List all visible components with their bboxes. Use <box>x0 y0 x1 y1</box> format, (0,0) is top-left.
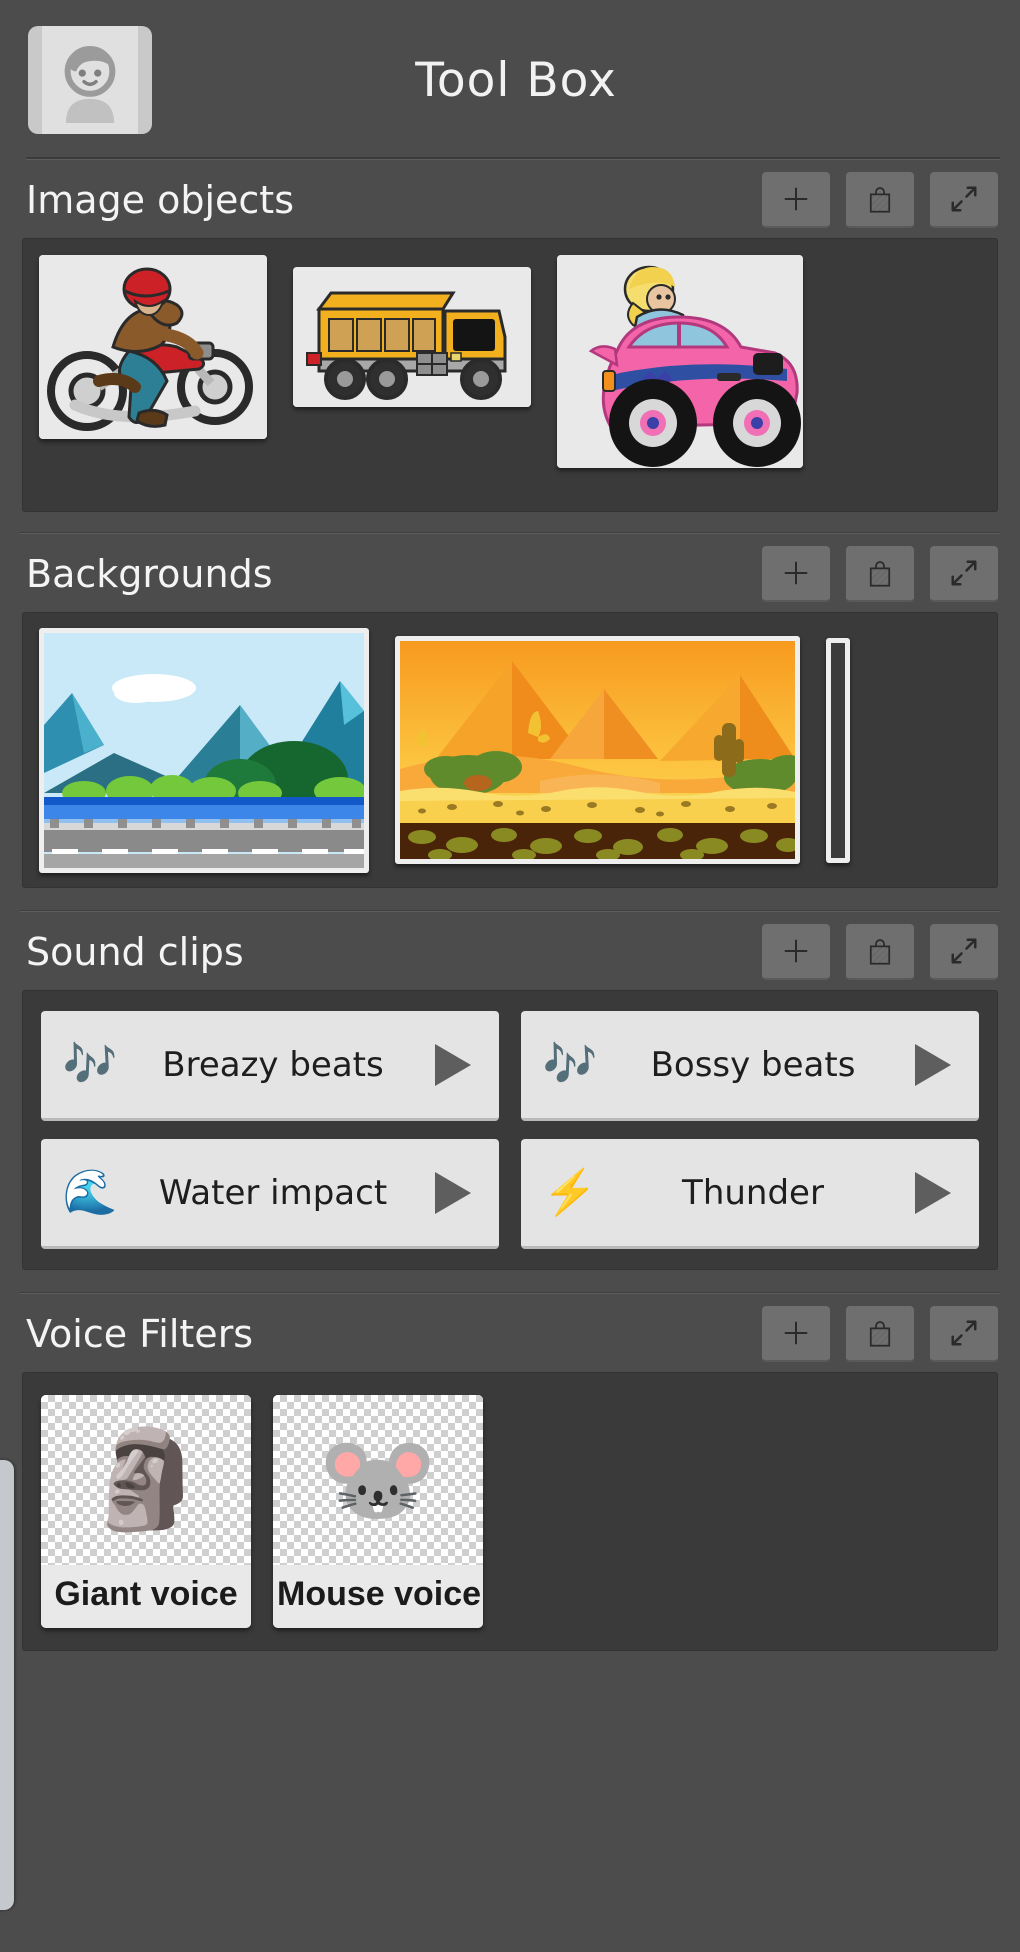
lightning-bolt-icon: ⚡ <box>542 1167 598 1217</box>
sound-clips-tray: 🎶 Breazy beats 🎶 Bossy beats 🌊 Water imp… <box>22 990 998 1270</box>
expand-sound-clips-button[interactable] <box>930 924 998 980</box>
section-voice-filters: Voice Filters 🗿 Giant voice 🐭 Mouse voic… <box>0 1294 1020 1651</box>
section-actions <box>762 172 998 228</box>
shopping-bag-icon <box>869 939 891 965</box>
music-notes-icon: 🎶 <box>62 1039 118 1089</box>
sound-clip-breazy-beats[interactable]: 🎶 Breazy beats <box>41 1011 499 1121</box>
sound-clip-bossy-beats[interactable]: 🎶 Bossy beats <box>521 1011 979 1121</box>
water-wave-icon: 🌊 <box>62 1167 118 1217</box>
play-button[interactable] <box>901 1041 965 1089</box>
section-header: Sound clips <box>0 912 1020 990</box>
play-triangle-icon <box>435 1171 471 1214</box>
expand-arrows-icon <box>951 560 977 586</box>
moai-statue-icon: 🗿 <box>41 1395 251 1565</box>
shopping-bag-icon <box>869 1321 891 1347</box>
voice-filter-label: Mouse voice <box>273 1565 483 1628</box>
section-backgrounds: Backgrounds <box>0 534 1020 888</box>
app-header: Tool Box <box>0 0 1020 160</box>
add-background-button[interactable] <box>762 546 830 602</box>
sound-clip-thunder[interactable]: ⚡ Thunder <box>521 1139 979 1249</box>
background-desert-pyramids[interactable] <box>395 636 800 864</box>
section-sound-clips: Sound clips 🎶 Breazy beats 🎶 Bossy beats… <box>0 912 1020 1270</box>
plus-icon <box>784 187 808 211</box>
play-triangle-icon <box>915 1171 951 1214</box>
sound-clip-water-impact[interactable]: 🌊 Water impact <box>41 1139 499 1249</box>
sound-clip-label: Bossy beats <box>650 1044 856 1085</box>
voice-filter-label: Giant voice <box>41 1565 251 1628</box>
shopping-bag-icon <box>869 187 891 213</box>
voice-filter-mouse-voice[interactable]: 🐭 Mouse voice <box>273 1395 483 1628</box>
voice-filters-row: 🗿 Giant voice 🐭 Mouse voice <box>41 1395 979 1628</box>
mountain-lake-road-icon <box>44 632 364 868</box>
shop-backgrounds-button[interactable] <box>846 546 914 602</box>
section-title-sound-clips: Sound clips <box>26 930 244 974</box>
image-object-dump-truck[interactable] <box>293 267 531 407</box>
shop-voice-filters-button[interactable] <box>846 1306 914 1362</box>
sound-clips-grid: 🎶 Breazy beats 🎶 Bossy beats 🌊 Water imp… <box>41 1011 979 1249</box>
backgrounds-row <box>39 625 997 875</box>
motorcycle-rider-icon <box>39 255 267 439</box>
section-image-objects: Image objects <box>0 160 1020 512</box>
avatar[interactable] <box>28 26 152 134</box>
image-object-motorcycle-rider[interactable] <box>39 255 267 439</box>
expand-voice-filters-button[interactable] <box>930 1306 998 1362</box>
expand-arrows-icon <box>951 1320 977 1346</box>
left-drawer-handle[interactable] <box>0 1460 14 1910</box>
expand-arrows-icon <box>951 186 977 212</box>
tool-box-screen: Tool Box Image objects Backgrounds Sound… <box>0 0 1020 1952</box>
background-partial-third-background[interactable] <box>826 637 850 863</box>
shop-sound-clips-button[interactable] <box>846 924 914 980</box>
add-voice-filter-button[interactable] <box>762 1306 830 1362</box>
section-header: Image objects <box>0 160 1020 238</box>
sound-clip-label: Thunder <box>682 1172 824 1213</box>
music-notes-icon: 🎶 <box>542 1039 598 1089</box>
section-actions <box>762 1306 998 1362</box>
page-title: Tool Box <box>415 52 617 108</box>
section-title-image-objects: Image objects <box>26 178 294 222</box>
section-title-backgrounds: Backgrounds <box>26 552 273 596</box>
section-actions <box>762 546 998 602</box>
voice-filters-tray: 🗿 Giant voice 🐭 Mouse voice <box>22 1372 998 1651</box>
image-objects-row <box>39 255 981 495</box>
sound-clip-label: Breazy beats <box>162 1044 384 1085</box>
play-triangle-icon <box>915 1043 951 1086</box>
expand-arrows-icon <box>951 938 977 964</box>
plus-icon <box>784 1321 808 1345</box>
shopping-bag-icon <box>869 561 891 587</box>
voice-filter-giant-voice[interactable]: 🗿 Giant voice <box>41 1395 251 1628</box>
mouse-face-icon: 🐭 <box>273 1395 483 1565</box>
play-triangle-icon <box>435 1043 471 1086</box>
pink-monster-car-icon <box>557 255 803 468</box>
image-object-pink-monster-car[interactable] <box>557 255 803 468</box>
section-header: Backgrounds <box>0 534 1020 612</box>
partial-background-icon <box>831 642 845 858</box>
sound-clip-label: Water impact <box>158 1172 388 1213</box>
expand-backgrounds-button[interactable] <box>930 546 998 602</box>
plus-icon <box>784 561 808 585</box>
background-mountain-lake-road[interactable] <box>39 627 369 873</box>
play-button[interactable] <box>421 1169 485 1217</box>
plus-icon <box>784 939 808 963</box>
dump-truck-icon <box>293 267 531 407</box>
play-button[interactable] <box>901 1169 965 1217</box>
section-header: Voice Filters <box>0 1294 1020 1372</box>
section-title-voice-filters: Voice Filters <box>26 1312 254 1356</box>
section-actions <box>762 924 998 980</box>
desert-pyramids-icon <box>400 641 795 859</box>
expand-image-objects-button[interactable] <box>930 172 998 228</box>
shop-image-objects-button[interactable] <box>846 172 914 228</box>
add-sound-clip-button[interactable] <box>762 924 830 980</box>
add-image-object-button[interactable] <box>762 172 830 228</box>
backgrounds-tray[interactable] <box>22 612 998 888</box>
play-button[interactable] <box>421 1041 485 1089</box>
image-objects-tray[interactable] <box>22 238 998 512</box>
person-avatar-icon <box>64 46 116 123</box>
